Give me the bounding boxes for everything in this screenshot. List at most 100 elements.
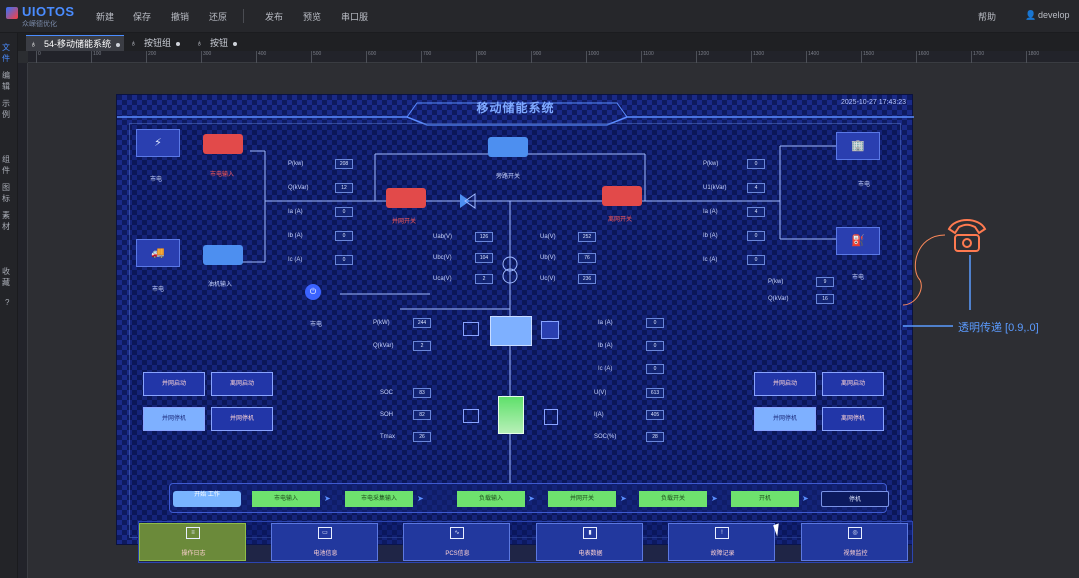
- control-left-2[interactable]: 离网启动: [211, 372, 273, 396]
- out-meas-value: 0: [747, 255, 765, 265]
- vertical-ruler[interactable]: [18, 63, 28, 578]
- tab-energy-storage[interactable]: ♁ 54-移动储能系统: [26, 35, 124, 51]
- pcs-current-value: 0: [646, 341, 664, 351]
- battery-elec-label: I(A): [594, 412, 604, 418]
- out-meas-label: Ic (A): [703, 257, 718, 263]
- menu-undo[interactable]: 撤销: [171, 10, 189, 23]
- sidebar-item-file[interactable]: 文件: [2, 42, 17, 64]
- help-circle-icon[interactable]: ?: [5, 298, 9, 307]
- grid-input-switch[interactable]: [203, 134, 243, 154]
- horizontal-ruler[interactable]: 0 100 200 300 400 500 600 700 800 900 1000 1100 1200…: [28, 51, 1079, 63]
- flow-step-grid-collect[interactable]: 市电采集输入: [345, 491, 413, 507]
- flow-step-power-on[interactable]: 开机: [731, 491, 799, 507]
- ac-plug-icon[interactable]: ⏻: [305, 284, 321, 300]
- sidebar-item-edit[interactable]: 编辑: [2, 70, 17, 92]
- flow-step-grid-input[interactable]: 市电输入: [252, 491, 320, 507]
- sidebar-item-favorites[interactable]: 收藏: [2, 266, 17, 288]
- control-right-4[interactable]: 离网停机: [822, 407, 884, 431]
- battery-meter-icon[interactable]: [463, 409, 479, 423]
- close-dot-icon[interactable]: [116, 42, 121, 47]
- energy-storage-screen[interactable]: 移动储能系统 2025-10-27 17:43:23 ⚡ 市电 市电输入 🚚 市…: [116, 94, 914, 563]
- tab-label: 54-移动储能系统: [44, 39, 112, 49]
- load2-meas-value: 9: [816, 277, 834, 287]
- battery-meas-label: Tmax: [380, 434, 395, 440]
- nav-fault-record[interactable]: ! 故障记录: [668, 523, 775, 561]
- grid-meas-value: 0: [335, 231, 353, 241]
- app-logo[interactable]: UIOTOS 众嵘德优化: [6, 4, 84, 30]
- flow-step-start[interactable]: 开始 工作: [173, 491, 241, 507]
- off-grid-switch[interactable]: [602, 186, 642, 206]
- tab-button-group[interactable]: ♁ 按钮组: [126, 35, 188, 51]
- menu-serial[interactable]: 串口服: [341, 10, 368, 23]
- ruler-tick: 1400: [806, 51, 819, 63]
- control-left-3[interactable]: 并网停机: [143, 407, 205, 431]
- ruler-tick: 1600: [916, 51, 929, 63]
- telephone-icon[interactable]: [945, 215, 989, 255]
- pcs-current-label: Ia (A): [598, 320, 613, 326]
- flow-step-grid-tie[interactable]: 并网开关: [548, 491, 616, 507]
- tab-button[interactable]: ♁ 按钮: [192, 35, 244, 51]
- building-icon[interactable]: 🏢: [836, 132, 880, 160]
- flow-step-stop[interactable]: 停机: [821, 491, 889, 507]
- menu-preview[interactable]: 预览: [303, 10, 321, 23]
- top-toolbar: UIOTOS 众嵘德优化 新建 保存 撤销 还原 发布 预览 串口服 帮助 👤 …: [0, 0, 1079, 33]
- sidebar-item-examples[interactable]: 示例: [2, 98, 17, 120]
- ruler-tick: 1100: [641, 51, 654, 63]
- menu-save[interactable]: 保存: [133, 10, 151, 23]
- diagram-area: ⚡ 市电 市电输入 🚚 市电 油机输入 ⏻ 市电 并网开关 旁路开关 离网开关 …: [129, 123, 913, 563]
- workflow-bar: 开始 工作 市电输入 ➤ 市电采集输入 ➤ 负载输入 ➤ 并网开关 ➤ 负载开关…: [169, 483, 889, 513]
- nav-video-monitor[interactable]: ◎ 视频监控: [801, 523, 908, 561]
- dc-dc-icon[interactable]: [541, 321, 559, 339]
- menu-publish[interactable]: 发布: [265, 10, 283, 23]
- nav-battery-info[interactable]: ▭ 电池信息: [271, 523, 378, 561]
- passthrough-label[interactable]: 透明传递 [0.9,.0]: [958, 319, 1039, 335]
- flow-step-load-switch[interactable]: 负载开关: [639, 491, 707, 507]
- control-right-2[interactable]: 离网启动: [822, 372, 884, 396]
- bypass-switch[interactable]: [488, 137, 528, 157]
- help-link[interactable]: 帮助: [978, 10, 996, 23]
- close-dot-icon[interactable]: [233, 41, 238, 46]
- user-icon[interactable]: 👤: [1025, 10, 1036, 21]
- grid-meas-label: Q(kVar): [288, 185, 309, 191]
- ruler-tick: 500: [311, 51, 321, 63]
- arrow-right-icon: ➤: [324, 494, 331, 503]
- bus-meas-value: 104: [475, 253, 493, 263]
- sidebar-item-components[interactable]: 组件: [2, 154, 17, 176]
- left-sidebar: 文件 编辑 示例 组件 图标 素材 收藏 ?: [0, 33, 18, 578]
- user-name[interactable]: develop: [1038, 10, 1070, 20]
- power-tower-icon[interactable]: ⚡: [136, 129, 180, 157]
- nav-label: 视频监控: [843, 551, 868, 557]
- pcs-inverter-icon[interactable]: [490, 316, 532, 346]
- menu-redo[interactable]: 还原: [209, 10, 227, 23]
- load-meas-label: Ub(V): [540, 255, 556, 261]
- control-right-1[interactable]: 并网启动: [754, 372, 816, 396]
- control-right-3[interactable]: 并网停机: [754, 407, 816, 431]
- bus-meas-label: Ubc(V): [433, 255, 452, 261]
- arrow-right-icon: ➤: [620, 494, 627, 503]
- nav-pcs-info[interactable]: ∿ PCS信息: [403, 523, 510, 561]
- arrow-right-icon: ➤: [528, 494, 535, 503]
- charging-station-icon[interactable]: ⛽: [836, 227, 880, 255]
- battery-elec-value: 405: [646, 410, 664, 420]
- generator-truck-icon[interactable]: 🚚: [136, 239, 180, 267]
- meter-icon[interactable]: [463, 322, 479, 336]
- battery-meas-label: SOC: [380, 390, 394, 396]
- control-left-4[interactable]: 并网停机: [211, 407, 273, 431]
- generator-input-switch[interactable]: [203, 245, 243, 265]
- menu-new[interactable]: 新建: [96, 10, 114, 23]
- sidebar-item-icons[interactable]: 图标: [2, 182, 17, 204]
- battery-elec-value: 613: [646, 388, 664, 398]
- control-left-1[interactable]: 并网启动: [143, 372, 205, 396]
- bar-chart-icon: ▮: [583, 527, 597, 539]
- sidebar-item-assets[interactable]: 素材: [2, 210, 17, 232]
- arrow-right-icon: ➤: [711, 494, 718, 503]
- battery-stack-icon[interactable]: [498, 396, 524, 434]
- bms-icon[interactable]: [544, 409, 558, 425]
- flow-step-load-input[interactable]: 负载输入: [457, 491, 525, 507]
- nav-meter-data[interactable]: ▮ 电表数据: [536, 523, 643, 561]
- close-dot-icon[interactable]: [176, 41, 181, 46]
- grid-tie-switch[interactable]: [386, 188, 426, 208]
- ruler-tick: 800: [476, 51, 486, 63]
- battery-elec-value: 28: [646, 432, 664, 442]
- nav-operation-log[interactable]: ≡ 操作日志: [139, 523, 246, 561]
